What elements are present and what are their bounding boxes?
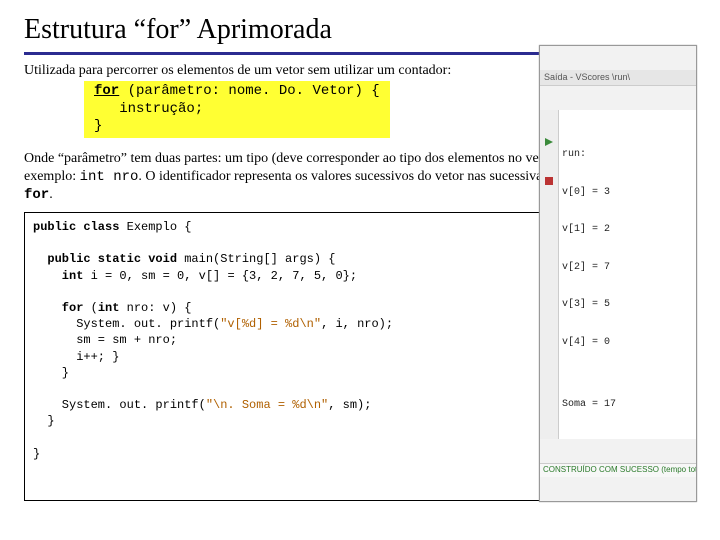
code-kw: public static void [33, 252, 177, 266]
output-title: Saída - VScores \run\ [540, 70, 696, 85]
code-kw: int [98, 301, 120, 315]
syntax-line1: (parâmetro: nome. Do. Vetor) { [119, 83, 379, 99]
output-panel: Saída - VScores \run\ run: v[0] = 3 v[1]… [539, 45, 697, 502]
code-text: } [33, 447, 40, 461]
para-text-3: . [49, 187, 53, 202]
code-kw: int [33, 269, 83, 283]
code-text: } [33, 414, 55, 428]
code-text: , sm); [328, 398, 371, 412]
output-run-label: run: [562, 149, 694, 162]
code-text: nro: v) { [119, 301, 191, 315]
code-text: i++; } [33, 350, 119, 364]
output-line: Soma = 17 [562, 399, 694, 412]
output-line: v[2] = 7 [562, 262, 694, 275]
output-line: v[4] = 0 [562, 337, 694, 350]
inline-code-for: for [24, 187, 49, 203]
for-keyword: for [94, 83, 119, 99]
syntax-line2: instrução; [94, 101, 203, 117]
code-kw: public class [33, 220, 119, 234]
code-string: "\n. Soma = %d\n" [206, 398, 328, 412]
code-text: ( [83, 301, 97, 315]
inline-code-int-nro: int nro [80, 169, 139, 185]
output-line: v[0] = 3 [562, 187, 694, 200]
output-body: run: v[0] = 3 v[1] = 2 v[2] = 7 v[3] = 5… [540, 110, 696, 439]
slide: Estrutura “for” Aprimorada Utilizada par… [0, 0, 720, 501]
output-success: CONSTRUÍDO COM SUCESSO (tempo total: 0 s… [540, 463, 696, 477]
run-icon [544, 137, 554, 147]
syntax-line3: } [94, 118, 102, 134]
code-text: i = 0, sm = 0, v[] = {3, 2, 7, 5, 0}; [83, 269, 357, 283]
code-text: sm = sm + nro; [33, 333, 177, 347]
code-string: "v[%d] = %d\n" [220, 317, 321, 331]
code-text: } [33, 366, 69, 380]
syntax-box: for (parâmetro: nome. Do. Vetor) { instr… [84, 81, 390, 138]
code-text: , i, nro); [321, 317, 393, 331]
output-gutter [540, 110, 559, 439]
code-kw: for [33, 301, 83, 315]
output-line: v[3] = 5 [562, 299, 694, 312]
code-text: Exemplo { [119, 220, 191, 234]
code-text: main(String[] args) { [177, 252, 335, 266]
code-example: public class Exemplo { public static voi… [24, 212, 696, 501]
output-line: v[1] = 2 [562, 224, 694, 237]
stop-icon [544, 176, 554, 186]
code-text: System. out. printf( [33, 317, 220, 331]
code-text: System. out. printf( [33, 398, 206, 412]
